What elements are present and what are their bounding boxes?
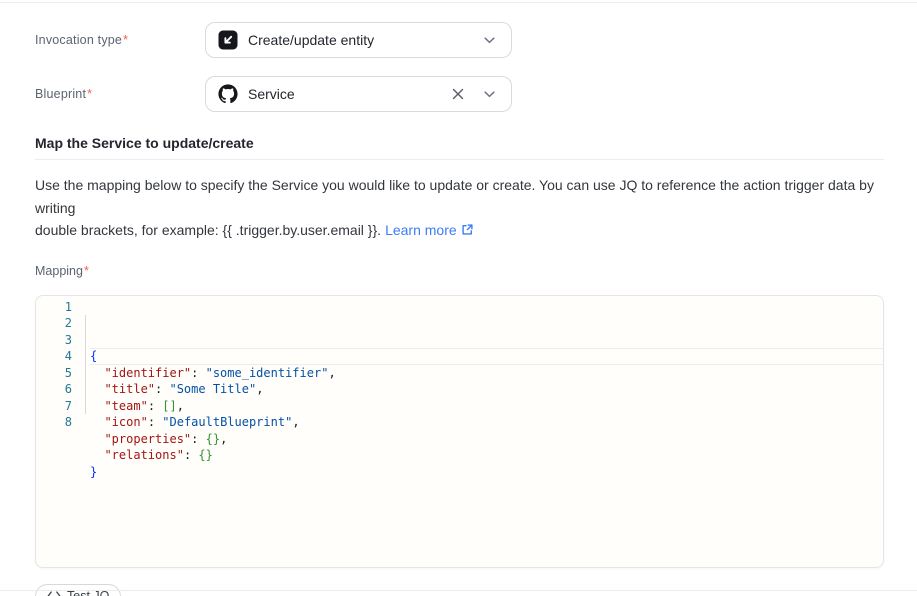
section-divider xyxy=(35,159,884,160)
code-line[interactable]: "relations": {} xyxy=(90,447,883,464)
description-line1: Use the mapping below to specify the Ser… xyxy=(35,177,874,216)
code-token-str: "some_identifier" xyxy=(206,366,329,380)
editor-gutter: 12345678 xyxy=(36,299,72,567)
code-line[interactable]: "title": "Some Title", xyxy=(90,381,883,398)
code-token-b2: [] xyxy=(162,399,176,413)
code-token-b2: {} xyxy=(206,432,220,446)
code-token-pl xyxy=(90,399,104,413)
invocation-type-row: Invocation type* Create/update entity xyxy=(35,22,884,58)
clear-x-icon[interactable] xyxy=(450,86,466,102)
top-divider xyxy=(0,2,917,3)
code-token-key: "properties" xyxy=(104,432,191,446)
code-brackets-icon xyxy=(47,591,61,596)
code-token-key: "team" xyxy=(104,399,147,413)
section-heading: Map the Service to update/create xyxy=(35,135,884,151)
create-update-entity-icon xyxy=(218,30,238,50)
code-line[interactable]: "team": [], xyxy=(90,398,883,415)
code-line[interactable]: } xyxy=(90,464,883,481)
learn-more-link[interactable]: Learn more xyxy=(385,219,474,242)
code-token-pl: : xyxy=(191,432,205,446)
code-lines: { "identifier": "some_identifier", "titl… xyxy=(90,348,883,480)
indent-guide xyxy=(85,315,86,414)
code-token-pl: , xyxy=(328,366,335,380)
code-token-b2: {} xyxy=(198,448,212,462)
required-asterisk: * xyxy=(84,264,89,278)
code-token-pl: : xyxy=(155,382,169,396)
chevron-down-icon[interactable] xyxy=(482,35,497,46)
code-token-pl xyxy=(90,432,104,446)
required-asterisk: * xyxy=(87,87,92,101)
code-token-pl xyxy=(90,366,104,380)
description-line2: double brackets, for example: {{ .trigge… xyxy=(35,222,381,238)
code-line[interactable]: "identifier": "some_identifier", xyxy=(90,365,883,382)
line-number: 3 xyxy=(36,332,72,349)
code-token-b1: } xyxy=(90,465,97,479)
editor-code-area[interactable]: { "identifier": "some_identifier", "titl… xyxy=(72,299,883,567)
mapping-code-editor[interactable]: 12345678 { "identifier": "some_identifie… xyxy=(35,295,884,568)
code-token-str: "Some Title" xyxy=(169,382,256,396)
code-token-pl: : xyxy=(191,366,205,380)
blueprint-row: Blueprint* Service xyxy=(35,76,884,112)
invocation-type-value: Create/update entity xyxy=(248,32,472,48)
blueprint-label: Blueprint* xyxy=(35,87,205,101)
code-token-pl: , xyxy=(220,432,227,446)
blueprint-label-text: Blueprint xyxy=(35,87,86,101)
code-line[interactable]: { xyxy=(90,348,883,365)
github-icon xyxy=(218,84,238,104)
code-token-str: "DefaultBlueprint" xyxy=(162,415,292,429)
section-description: Use the mapping below to specify the Ser… xyxy=(35,174,884,242)
bottom-divider xyxy=(0,590,917,591)
code-token-pl: , xyxy=(256,382,263,396)
action-form-page: Invocation type* Create/update entity Bl… xyxy=(0,0,917,596)
line-number: 6 xyxy=(36,381,72,398)
code-token-pl xyxy=(90,382,104,396)
code-token-pl: : xyxy=(148,399,162,413)
line-number: 2 xyxy=(36,315,72,332)
code-token-key: "title" xyxy=(104,382,155,396)
code-token-pl: , xyxy=(177,399,184,413)
line-number: 4 xyxy=(36,348,72,365)
code-token-b1: { xyxy=(90,349,97,363)
line-number: 8 xyxy=(36,414,72,431)
invocation-type-select[interactable]: Create/update entity xyxy=(205,22,512,58)
required-asterisk: * xyxy=(123,33,128,47)
code-token-key: "identifier" xyxy=(104,366,191,380)
code-token-pl: : xyxy=(184,448,198,462)
mapping-label: Mapping* xyxy=(35,264,884,278)
form-content: Invocation type* Create/update entity Bl… xyxy=(0,22,917,596)
code-line[interactable]: "properties": {}, xyxy=(90,431,883,448)
mapping-label-text: Mapping xyxy=(35,264,83,278)
invocation-type-label-text: Invocation type xyxy=(35,33,122,47)
line-number: 7 xyxy=(36,398,72,415)
line-number: 5 xyxy=(36,365,72,382)
code-line[interactable]: "icon": "DefaultBlueprint", xyxy=(90,414,883,431)
code-token-pl xyxy=(90,448,104,462)
invocation-type-label: Invocation type* xyxy=(35,33,205,47)
code-token-key: "icon" xyxy=(104,415,147,429)
line-number: 1 xyxy=(36,299,72,316)
code-token-key: "relations" xyxy=(104,448,183,462)
external-link-icon xyxy=(461,220,474,243)
code-token-pl: : xyxy=(148,415,162,429)
chevron-down-icon[interactable] xyxy=(482,89,497,100)
learn-more-label: Learn more xyxy=(385,219,457,242)
blueprint-value: Service xyxy=(248,86,440,102)
blueprint-select[interactable]: Service xyxy=(205,76,512,112)
code-token-pl xyxy=(90,415,104,429)
code-token-pl: , xyxy=(292,415,299,429)
